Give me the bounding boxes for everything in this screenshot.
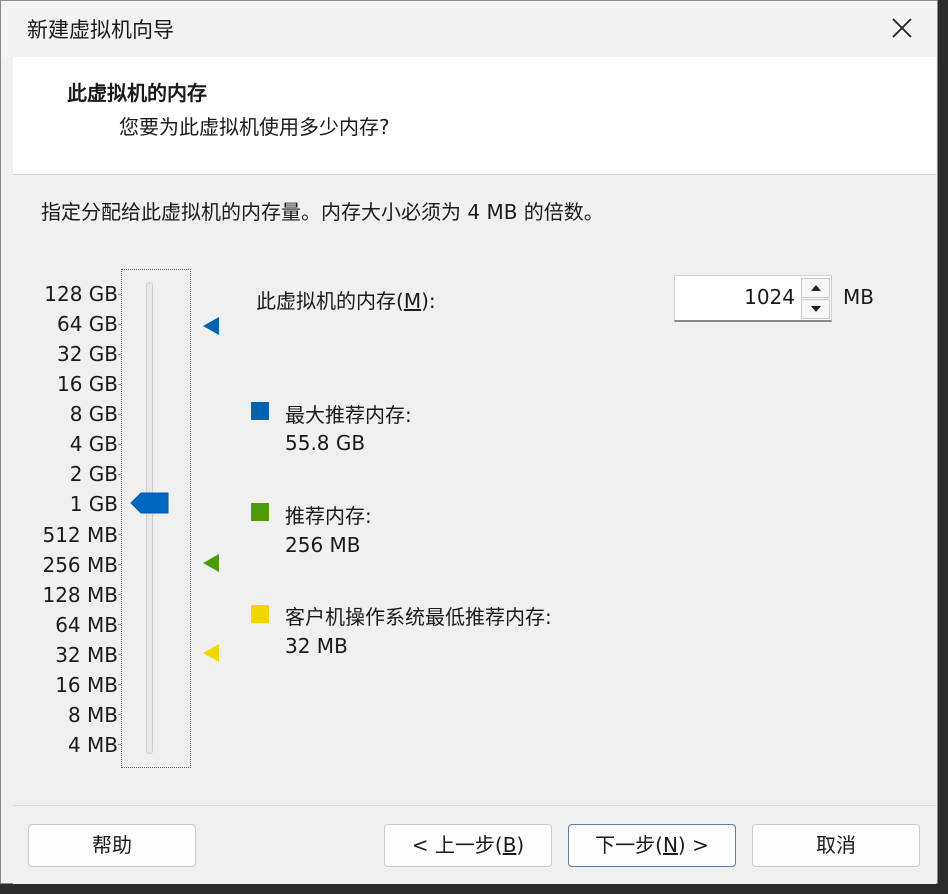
- scale-label: 8 GB: [69, 402, 118, 427]
- slider-tick: [118, 414, 121, 415]
- scale-label: 32 MB: [55, 642, 118, 667]
- back-label-suffix: ): [516, 833, 525, 857]
- slider-tick: [118, 324, 121, 325]
- min-recommended-value: 32 MB: [285, 634, 348, 658]
- scale-label: 512 MB: [42, 522, 118, 547]
- decrement-button[interactable]: [801, 299, 830, 319]
- instruction-text: 指定分配给此虚拟机的内存量。内存大小必须为 4 MB 的倍数。: [41, 200, 604, 224]
- page-title: 此虚拟机的内存: [67, 81, 207, 105]
- back-button[interactable]: < 上一步(B): [384, 824, 552, 867]
- wizard-header: 此虚拟机的内存 您要为此虚拟机使用多少内存?: [13, 57, 936, 175]
- memory-slider-focus-frame: [121, 269, 191, 768]
- scale-label: 8 MB: [67, 702, 118, 727]
- scale-label: 1 GB: [69, 492, 118, 517]
- title-bar: 新建虚拟机向导: [1, 1, 937, 57]
- max-recommended-swatch: [251, 402, 269, 420]
- memory-label-prefix: 此虚拟机的内存(: [256, 289, 404, 313]
- max-recommended-marker-icon: [203, 317, 219, 335]
- memory-slider-track[interactable]: [146, 282, 153, 754]
- scale-label: 128 MB: [42, 582, 118, 607]
- slider-tick: [118, 744, 121, 745]
- increment-button[interactable]: [801, 278, 830, 298]
- scale-label: 64 GB: [56, 312, 118, 337]
- caret-up-icon: [811, 285, 821, 291]
- max-recommended-label: 最大推荐内存:: [285, 403, 412, 427]
- next-button[interactable]: 下一步(N) >: [568, 824, 736, 867]
- memory-unit-label: MB: [843, 285, 874, 309]
- scale-label: 128 GB: [44, 282, 118, 306]
- help-button[interactable]: 帮助: [28, 824, 196, 867]
- memory-label-mnemonic: M: [403, 289, 422, 313]
- slider-tick: [118, 624, 121, 625]
- page-subtitle: 您要为此虚拟机使用多少内存?: [119, 115, 390, 139]
- scale-label: 4 MB: [67, 732, 118, 757]
- next-label-mnemonic: N: [662, 833, 678, 857]
- slider-tick: [118, 384, 121, 385]
- memory-field-label: 此虚拟机的内存(M):: [256, 285, 436, 314]
- slider-tick: [118, 444, 121, 445]
- scale-label: 4 GB: [69, 432, 118, 457]
- close-button[interactable]: [867, 1, 937, 57]
- slider-tick: [118, 354, 121, 355]
- window-title: 新建虚拟机向导: [27, 18, 174, 42]
- scale-label: 2 GB: [69, 462, 118, 487]
- slider-tick: [118, 654, 121, 655]
- slider-tick: [118, 294, 121, 295]
- recommended-label: 推荐内存:: [285, 504, 372, 528]
- scale-label: 64 MB: [55, 612, 118, 637]
- slider-tick: [118, 474, 121, 475]
- memory-spinbox: [674, 275, 832, 322]
- new-vm-wizard-window: 新建虚拟机向导 此虚拟机的内存 您要为此虚拟机使用多少内存? 指定分配给此虚拟机…: [0, 0, 938, 884]
- recommended-swatch: [251, 503, 269, 521]
- slider-tick: [118, 594, 121, 595]
- caret-down-icon: [811, 306, 821, 312]
- back-label-prefix: < 上一步(: [411, 833, 503, 857]
- recommended-value: 256 MB: [285, 533, 361, 557]
- memory-slider-thumb[interactable]: [130, 492, 170, 514]
- min-recommended-swatch: [251, 605, 269, 623]
- scale-label: 256 MB: [42, 552, 118, 577]
- memory-size-input[interactable]: [679, 280, 795, 314]
- scale-label: 16 GB: [56, 372, 118, 397]
- back-label-mnemonic: B: [502, 833, 517, 857]
- memory-scale-labels: 128 GB 64 GB 32 GB 16 GB 8 GB 4 GB 2 GB …: [21, 279, 118, 760]
- cancel-button[interactable]: 取消: [752, 824, 920, 867]
- recommended-marker-icon: [203, 554, 219, 572]
- scale-label: 16 MB: [55, 672, 118, 697]
- max-recommended-value: 55.8 GB: [285, 431, 366, 455]
- slider-tick: [118, 684, 121, 685]
- min-recommended-label: 客户机操作系统最低推荐内存:: [285, 605, 552, 629]
- slider-tick: [118, 564, 121, 565]
- min-recommended-marker-icon: [203, 644, 219, 662]
- next-label-prefix: 下一步(: [595, 833, 663, 857]
- scale-label: 32 GB: [56, 342, 118, 367]
- slider-tick: [118, 534, 121, 535]
- slider-tick: [118, 714, 121, 715]
- memory-label-suffix: ):: [421, 289, 436, 313]
- next-label-suffix: ) >: [677, 833, 709, 857]
- close-icon: [892, 18, 912, 38]
